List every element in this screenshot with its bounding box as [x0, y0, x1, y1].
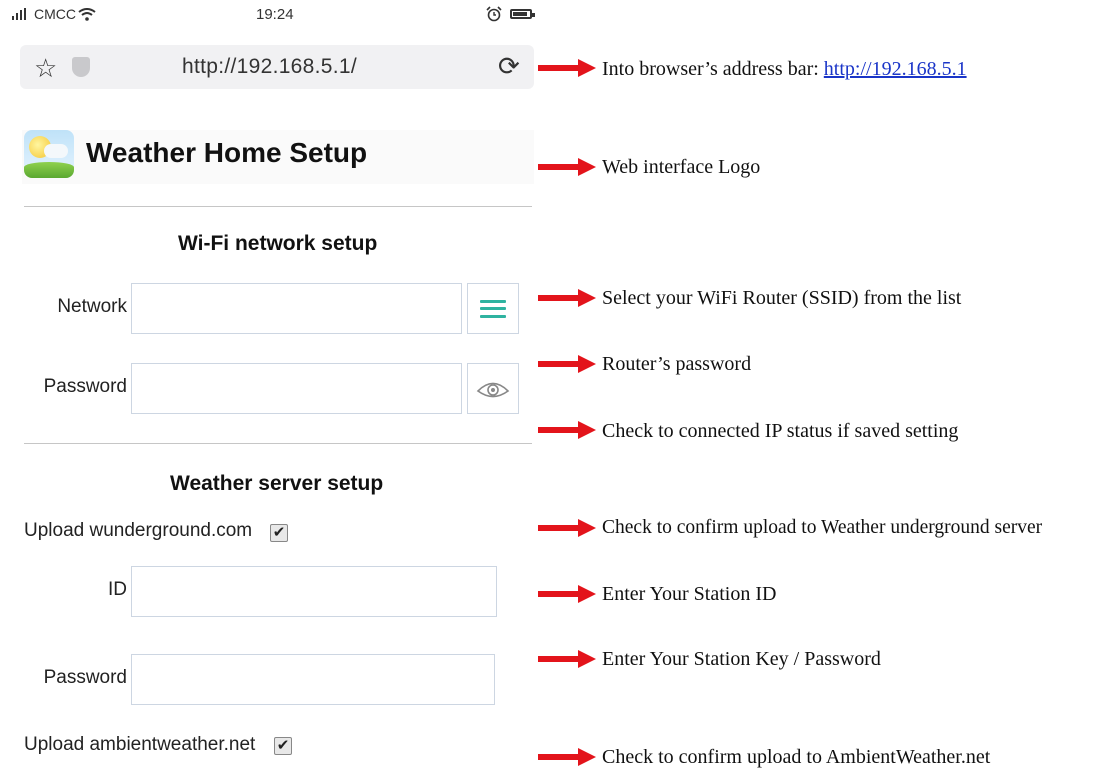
weather-logo-icon — [24, 130, 74, 178]
weather-server-section-title: Weather server setup — [170, 472, 384, 495]
arrow-icon — [538, 650, 596, 668]
wunderground-upload-label: Upload wunderground.com — [24, 520, 253, 541]
annotation-select-router: Select your WiFi Router (SSID) from the … — [602, 287, 962, 309]
ambient-upload-checkbox[interactable]: ✔ — [274, 737, 292, 755]
annotation-station-key: Enter Your Station Key / Password — [602, 648, 881, 670]
arrow-icon — [538, 158, 596, 176]
alarm-icon — [486, 6, 502, 22]
network-list-button[interactable] — [467, 283, 519, 334]
annotation-address-bar: Into browser’s address bar: http://192.1… — [602, 58, 967, 81]
wunderground-upload-checkbox[interactable]: ✔ — [270, 524, 288, 542]
network-field[interactable] — [131, 283, 462, 334]
station-id-field[interactable] — [131, 566, 497, 617]
address-bar[interactable]: ☆ http://192.168.5.1/ ⟳ — [20, 45, 534, 89]
annotation-address-bar-text: Into browser’s address bar: — [602, 58, 824, 80]
wifi-password-field[interactable] — [131, 363, 462, 414]
station-password-label: Password — [43, 667, 127, 688]
status-bar-right — [486, 6, 535, 22]
annotation-confirm-wunderground: Check to confirm upload to Weather under… — [602, 517, 1043, 538]
annotation-confirm-ambient: Check to confirm upload to AmbientWeathe… — [602, 746, 991, 768]
divider — [24, 443, 532, 444]
network-label: Network — [57, 296, 127, 317]
url-text[interactable]: http://192.168.5.1/ — [182, 55, 357, 79]
annotation-ip-status: Check to connected IP status if saved se… — [602, 420, 959, 442]
show-password-button[interactable] — [467, 363, 519, 414]
menu-list-icon — [480, 299, 506, 318]
station-password-field[interactable] — [131, 654, 495, 705]
reload-icon[interactable]: ⟳ — [498, 51, 520, 82]
wifi-section-title: Wi-Fi network setup — [178, 232, 378, 255]
arrow-icon — [538, 519, 596, 537]
star-icon[interactable]: ☆ — [34, 53, 57, 84]
status-time: 19:24 — [256, 6, 294, 23]
battery-icon — [510, 9, 535, 19]
arrow-icon — [538, 289, 596, 307]
page-title: Weather Home Setup — [86, 137, 368, 168]
arrow-icon — [538, 748, 596, 766]
carrier-name: CMCC — [34, 6, 76, 22]
annotation-router-password: Router’s password — [602, 353, 752, 375]
wifi-icon — [78, 7, 96, 21]
status-bar-left: CMCC — [12, 6, 96, 22]
eye-icon — [476, 382, 510, 397]
arrow-icon — [538, 585, 596, 603]
annotation-logo: Web interface Logo — [602, 156, 761, 178]
annotation-address-bar-link[interactable]: http://192.168.5.1 — [824, 58, 967, 80]
wifi-password-label: Password — [43, 376, 127, 397]
annotation-station-id: Enter Your Station ID — [602, 583, 777, 605]
ambient-upload-label: Upload ambientweather.net — [24, 734, 256, 755]
arrow-icon — [538, 59, 596, 77]
signal-icon — [12, 8, 26, 20]
station-id-label: ID — [108, 579, 127, 600]
arrow-icon — [538, 421, 596, 439]
shield-icon[interactable] — [72, 57, 90, 77]
divider — [24, 206, 532, 207]
arrow-icon — [538, 355, 596, 373]
